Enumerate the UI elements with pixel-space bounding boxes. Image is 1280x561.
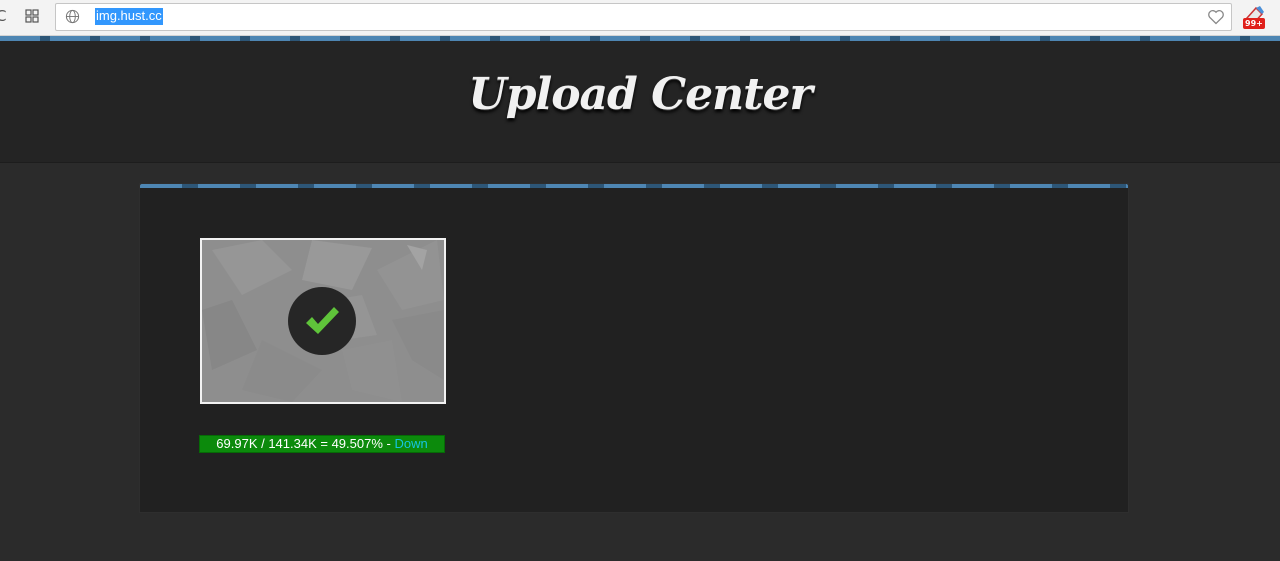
uploaded-image-thumbnail[interactable] bbox=[200, 238, 446, 404]
checkmark-icon bbox=[306, 307, 339, 334]
panel-stripe bbox=[140, 184, 1128, 188]
upload-progress-bar: 69.97K / 141.34K = 49.507% - Down bbox=[199, 435, 445, 453]
globe-icon bbox=[65, 9, 80, 24]
page-header: Upload Center bbox=[0, 41, 1280, 163]
reload-icon[interactable]: C bbox=[0, 7, 12, 25]
progress-values: 69.97K / 141.34K = 49.507% bbox=[216, 436, 383, 451]
progress-label: 69.97K / 141.34K = 49.507% - Down bbox=[200, 436, 444, 452]
address-bar[interactable]: img.hust.cc bbox=[55, 3, 1232, 31]
extension-badge: 99+ bbox=[1243, 18, 1265, 29]
page-title: Upload Center bbox=[468, 69, 812, 120]
progress-status: Down bbox=[394, 436, 428, 451]
favorite-heart-icon[interactable] bbox=[1206, 7, 1226, 27]
upload-complete-badge bbox=[288, 287, 356, 355]
apps-grid-icon[interactable] bbox=[25, 9, 39, 23]
progress-separator: - bbox=[382, 436, 395, 451]
browser-toolbar: C img.hust.cc 99+ bbox=[0, 0, 1280, 36]
upload-panel: 69.97K / 141.34K = 49.507% - Down bbox=[139, 183, 1129, 513]
url-text[interactable]: img.hust.cc bbox=[95, 8, 163, 25]
